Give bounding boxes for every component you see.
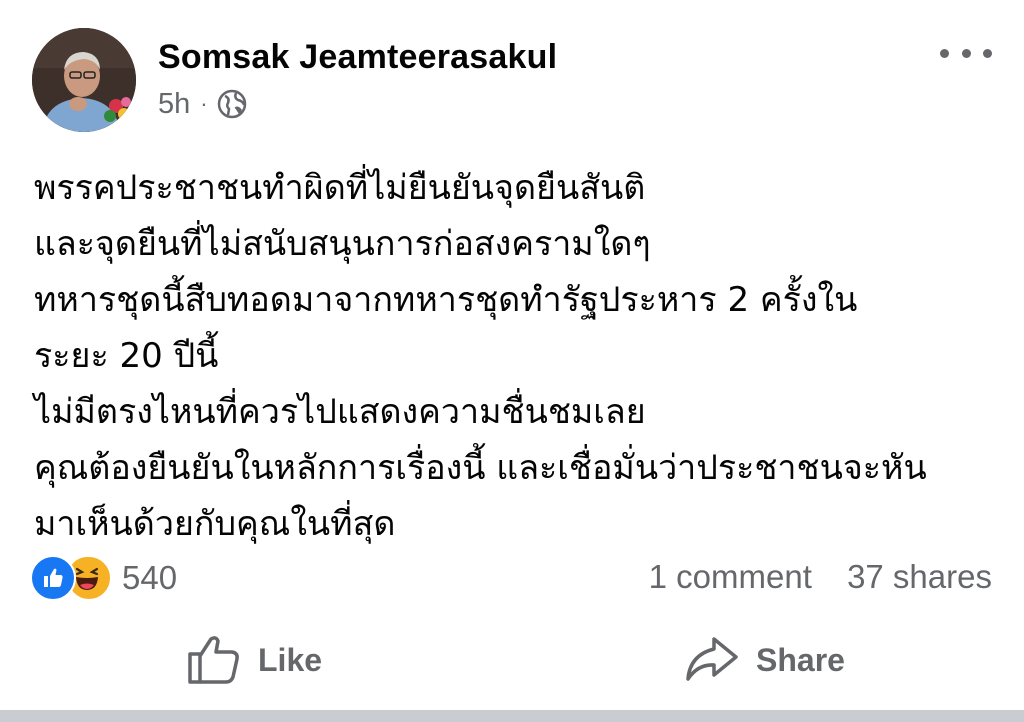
post-text-line: คุณต้องยืนยันในหลักการเรื่องนี้ และเชื่อ…	[34, 448, 927, 488]
share-count-link[interactable]: 37 shares	[847, 558, 992, 595]
engagement-stats: 1 comment 37 shares	[649, 558, 992, 596]
post-time[interactable]: 5h	[158, 88, 190, 121]
post-meta: 5h ·	[158, 86, 248, 122]
thumbs-up-icon	[186, 634, 242, 686]
reactions-summary[interactable]: 540	[30, 555, 178, 601]
avatar[interactable]	[32, 28, 136, 132]
share-button[interactable]: Share	[684, 628, 845, 692]
post-text-line: ทหารชุดนี้สืบทอดมาจากทหารชุดทำรัฐประหาร …	[34, 280, 858, 320]
more-dots-icon[interactable]	[940, 38, 992, 68]
post-text: พรรคประชาชนทำผิดที่ไม่ยืนยันจุดยืนสันติ …	[34, 160, 1004, 552]
post-text-line: พรรคประชาชนทำผิดที่ไม่ยืนยันจุดยืนสันติ	[34, 168, 646, 208]
post-text-line: ไม่มีตรงไหนที่ควรไปแสดงความชื่นชมเลย	[34, 392, 646, 432]
comment-count-link[interactable]: 1 comment	[649, 558, 812, 595]
author-name[interactable]: Somsak Jeamteerasakul	[158, 38, 557, 77]
post-text-line: และจุดยืนที่ไม่สนับสนุนการก่อสงครามใดๆ	[34, 224, 651, 264]
share-arrow-icon	[684, 635, 740, 685]
post-text-line: มาเห็นด้วยกับคุณในที่สุด	[34, 504, 396, 544]
like-button[interactable]: Like	[186, 628, 322, 692]
meta-separator: ·	[200, 91, 208, 116]
like-reaction-icon	[30, 555, 76, 601]
reaction-count: 540	[122, 559, 178, 596]
like-label: Like	[258, 641, 323, 678]
author-photo	[32, 28, 136, 132]
post-divider	[0, 710, 1024, 722]
post-text-line: ระยะ 20 ปีนี้	[34, 336, 219, 376]
globe-icon	[216, 88, 248, 120]
share-label: Share	[756, 641, 845, 678]
